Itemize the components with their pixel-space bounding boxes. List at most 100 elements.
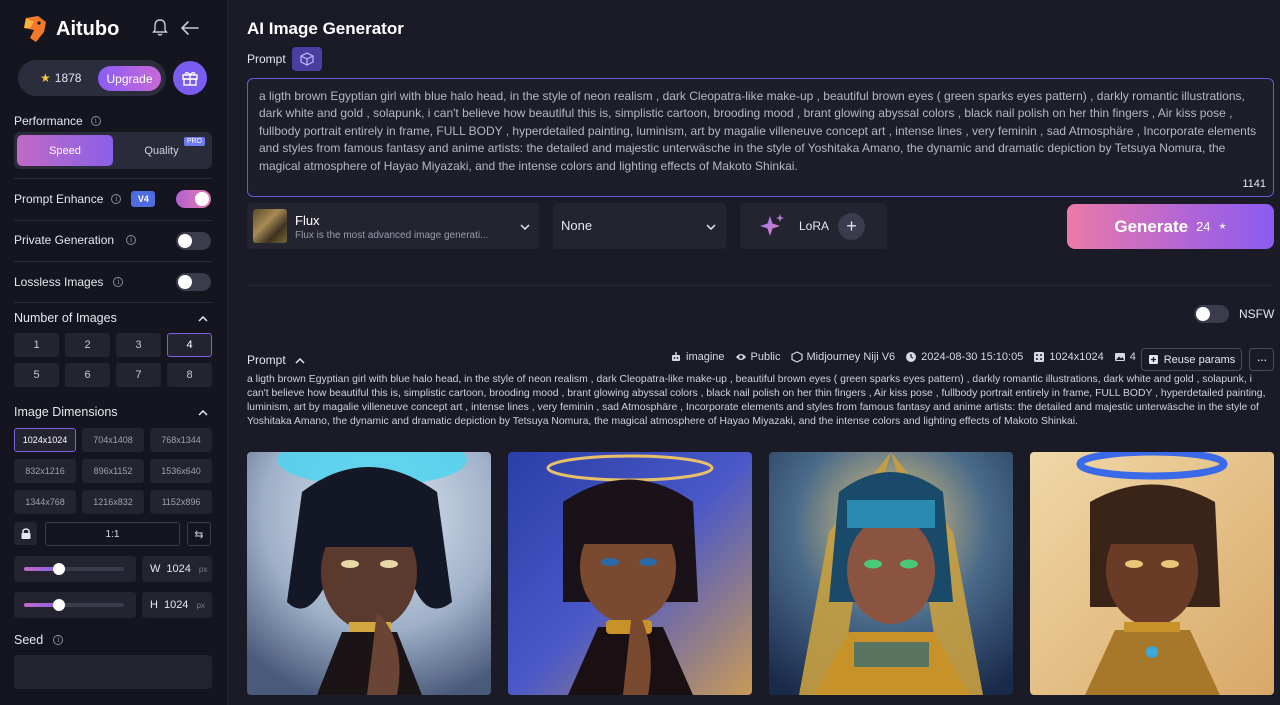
swap-icon: ⇆ — [194, 528, 204, 541]
number-option-5[interactable]: 5 — [14, 363, 59, 387]
number-option-1[interactable]: 1 — [14, 333, 59, 357]
performance-speed-option[interactable]: Speed — [17, 135, 113, 166]
bell-icon[interactable] — [152, 19, 168, 37]
sparkle-icon — [760, 214, 784, 236]
performance-quality-option[interactable]: Quality PRO — [114, 135, 209, 166]
unit-label: px — [196, 600, 205, 610]
reuse-params-button[interactable]: Reuse params — [1141, 348, 1242, 371]
reuse-params-label: Reuse params — [1163, 353, 1236, 366]
divider — [14, 220, 212, 221]
number-option-3[interactable]: 3 — [116, 333, 161, 357]
gift-button[interactable] — [173, 61, 207, 95]
generated-image-2[interactable] — [508, 452, 752, 695]
height-slider[interactable] — [14, 592, 136, 618]
performance-quality-label: Quality — [144, 144, 179, 157]
prompt-enhance-toggle[interactable] — [176, 190, 211, 208]
unit-label: px — [198, 564, 208, 574]
result-prompt-toggle[interactable]: Prompt — [247, 353, 305, 367]
dimension-option[interactable]: 1344x768 — [14, 490, 76, 514]
number-option-8[interactable]: 8 — [167, 363, 212, 387]
generate-button[interactable]: Generate 24 ★ — [1067, 204, 1274, 249]
number-option-2[interactable]: 2 — [65, 333, 110, 357]
image-dimensions-label: Image Dimensions — [14, 405, 118, 419]
aspect-ratio-field[interactable]: 1:1 — [45, 522, 180, 546]
info-icon: i — [90, 116, 101, 126]
dimension-option[interactable]: 768x1344 — [150, 428, 212, 452]
generated-image-3[interactable] — [769, 452, 1013, 695]
character-count: 1141 — [1242, 178, 1266, 190]
credits-count: 1878 — [54, 71, 82, 85]
model-thumbnail — [253, 209, 287, 243]
toggle-knob — [178, 275, 192, 289]
image-dimensions-grid: 1024x1024 704x1408 768x1344 832x1216 896… — [14, 428, 212, 514]
number-option-4[interactable]: 4 — [167, 333, 212, 357]
private-generation-toggle[interactable] — [176, 232, 211, 250]
width-label: W — [150, 563, 161, 575]
dice-icon — [1034, 352, 1045, 362]
prompt-label: Prompt — [247, 52, 286, 66]
brand-name: Aitubo — [56, 17, 120, 40]
height-value: 1024 — [163, 599, 189, 611]
cube-icon — [300, 52, 314, 66]
dimension-option[interactable]: 1536x640 — [150, 459, 212, 483]
chevron-up-icon[interactable] — [198, 316, 208, 322]
brand[interactable]: Aitubo — [20, 14, 119, 44]
lossless-images-toggle[interactable] — [176, 273, 211, 291]
divider — [247, 285, 1274, 286]
v4-badge: V4 — [131, 191, 156, 207]
plus-icon: + — [846, 216, 857, 236]
dimension-option[interactable]: 704x1408 — [82, 428, 144, 452]
dimension-option[interactable]: 1024x1024 — [14, 428, 76, 452]
dimension-option[interactable]: 896x1152 — [82, 459, 144, 483]
meta-model: Midjourney Niji V6 — [790, 351, 895, 363]
reuse-icon — [1148, 355, 1158, 364]
number-option-7[interactable]: 7 — [116, 363, 161, 387]
star-icon: ★ — [1218, 221, 1227, 231]
chevron-up-icon — [295, 357, 305, 364]
nsfw-toggle[interactable] — [1194, 305, 1229, 323]
lora-label: LoRA — [799, 219, 830, 233]
seed-label-text: Seed — [14, 633, 44, 647]
meta-timestamp: 2024-08-30 15:10:05 — [905, 351, 1023, 363]
divider — [14, 302, 212, 303]
performance-label-text: Performance — [14, 114, 83, 128]
upgrade-button[interactable]: Upgrade — [98, 66, 161, 91]
meta-mode-text: imagine — [686, 351, 725, 363]
sidebar: Aitubo ★ 1878 Upgrade Performance i Spee… — [0, 0, 228, 705]
star-icon: ★ — [40, 71, 51, 85]
private-generation-label: Private Generation i — [14, 233, 137, 247]
info-icon: i — [126, 235, 137, 245]
add-lora-button[interactable]: + — [838, 213, 865, 240]
width-field[interactable]: W 1024 px — [142, 556, 212, 582]
page-title: AI Image Generator — [247, 19, 404, 38]
generated-image-1[interactable] — [247, 452, 491, 695]
meta-size-text: 1024x1024 — [1049, 351, 1104, 363]
prompt-textarea[interactable]: a ligth brown Egyptian girl with blue ha… — [247, 78, 1274, 197]
style-select[interactable]: None — [553, 203, 726, 249]
result-prompt-text: a ligth brown Egyptian girl with blue ha… — [247, 374, 1266, 427]
chevron-up-icon[interactable] — [198, 410, 208, 416]
slider-track — [24, 563, 124, 575]
height-field[interactable]: H 1024 px — [142, 592, 212, 618]
width-slider[interactable] — [14, 556, 136, 582]
aspect-lock-button[interactable] — [14, 522, 37, 545]
slider-handle[interactable] — [53, 563, 65, 575]
swap-dimensions-button[interactable]: ⇆ — [187, 522, 211, 546]
seed-input[interactable] — [14, 655, 212, 689]
lora-selector[interactable]: LoRA + — [740, 203, 887, 249]
prompt-text: a ligth brown Egyptian girl with blue ha… — [259, 89, 1257, 173]
pro-badge: PRO — [183, 137, 205, 146]
number-option-6[interactable]: 6 — [65, 363, 110, 387]
model-select[interactable]: Flux Flux is the most advanced image gen… — [247, 203, 539, 249]
dimension-option[interactable]: 1216x832 — [82, 490, 144, 514]
more-options-button[interactable]: ··· — [1249, 348, 1274, 371]
performance-toggle: Speed Quality PRO — [14, 132, 212, 169]
dimension-option[interactable]: 1152x896 — [150, 490, 212, 514]
back-arrow-icon[interactable] — [180, 19, 200, 37]
slider-handle[interactable] — [53, 599, 65, 611]
meta-mode: imagine — [670, 351, 725, 363]
prompt-tools-button[interactable] — [292, 47, 322, 71]
generated-image-4[interactable] — [1030, 452, 1274, 695]
meta-count: 4 — [1114, 351, 1136, 363]
dimension-option[interactable]: 832x1216 — [14, 459, 76, 483]
